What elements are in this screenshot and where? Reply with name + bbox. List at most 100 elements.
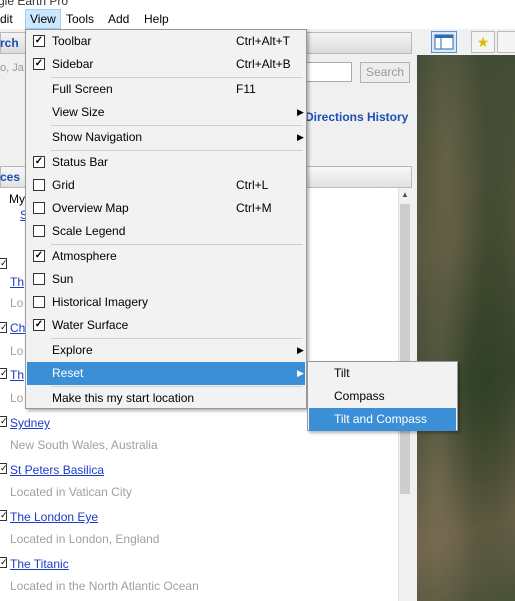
list-item-subtitle: Located in Vatican City <box>10 485 132 499</box>
place-checkbox[interactable]: ✓ <box>0 510 8 521</box>
menu-help[interactable]: Help <box>140 9 173 29</box>
list-item-subtitle: Located in London, England <box>10 532 160 546</box>
menu-item-scale-legend[interactable]: Scale Legend <box>27 220 305 243</box>
menu-item-view-size[interactable]: View Size ▶ <box>27 101 305 124</box>
add-polygon-icon[interactable] <box>497 31 515 53</box>
view-menu-dropdown: ✓ Toolbar Ctrl+Alt+T ✓ Sidebar Ctrl+Alt+… <box>25 29 307 409</box>
place-checkbox[interactable]: ✓ <box>0 368 8 379</box>
reset-submenu: Tilt Compass Tilt and Compass <box>307 361 458 431</box>
checkbox-icon <box>33 296 45 308</box>
submenu-arrow-icon: ▶ <box>297 345 304 355</box>
earth-map-view[interactable] <box>417 55 515 601</box>
list-item-subtitle: Lo <box>10 296 24 310</box>
list-item-subtitle: New South Wales, Australia <box>10 438 158 452</box>
menu-item-shortcut: Ctrl+Alt+T <box>236 34 291 48</box>
list-item-title[interactable]: Th <box>10 275 24 289</box>
menu-item-label: Make this my start location <box>52 391 195 405</box>
place-checkbox[interactable]: ✓ <box>0 258 8 269</box>
place-checkbox[interactable]: ✓ <box>0 416 8 427</box>
menu-item-atmosphere[interactable]: ✓ Atmosphere <box>27 245 305 268</box>
menu-bar: dit View Tools Add Help <box>0 9 515 29</box>
menu-item-label: Grid <box>52 178 75 192</box>
menu-item-historical-imagery[interactable]: Historical Imagery <box>27 291 305 314</box>
place-checkbox[interactable]: ✓ <box>0 557 8 568</box>
menu-item-overview-map[interactable]: Overview Map Ctrl+M <box>27 197 305 220</box>
list-item-subtitle: Lo <box>10 344 24 358</box>
menu-item-shortcut: Ctrl+Alt+B <box>236 57 291 71</box>
search-hint: o, Ja <box>0 62 24 74</box>
checkbox-icon <box>33 225 45 237</box>
menu-item-label: Compass <box>334 389 385 403</box>
menu-item-label: Full Screen <box>52 82 113 96</box>
menu-item-shortcut: Ctrl+L <box>236 178 269 192</box>
submenu-arrow-icon: ▶ <box>297 132 304 142</box>
menu-item-label: Sun <box>52 272 74 286</box>
search-button[interactable]: Search <box>360 62 410 83</box>
menu-item-sun[interactable]: Sun <box>27 268 305 291</box>
menu-item-label: Atmosphere <box>52 249 117 263</box>
scroll-up-arrow-icon[interactable]: ▲ <box>398 188 412 202</box>
menu-item-make-start-location[interactable]: Make this my start location <box>27 387 305 410</box>
menu-item-sidebar[interactable]: ✓ Sidebar Ctrl+Alt+B <box>27 53 305 76</box>
checkbox-icon <box>33 179 45 191</box>
check-icon: ✓ <box>33 156 45 168</box>
place-checkbox[interactable]: ✓ <box>0 463 8 474</box>
menu-view[interactable]: View <box>25 9 61 29</box>
menu-item-label: Sidebar <box>52 57 94 71</box>
menu-item-grid[interactable]: Grid Ctrl+L <box>27 174 305 197</box>
sidebar-toggle-icon[interactable] <box>431 31 457 53</box>
menu-item-label: Historical Imagery <box>52 295 149 309</box>
menu-item-label: Overview Map <box>52 201 129 215</box>
menu-item-show-navigation[interactable]: Show Navigation ▶ <box>27 126 305 149</box>
places-panel-title[interactable]: ces <box>0 166 20 188</box>
list-item-title[interactable]: The Titanic <box>10 557 69 571</box>
menu-item-water-surface[interactable]: ✓ Water Surface <box>27 314 305 337</box>
menu-add[interactable]: Add <box>104 9 133 29</box>
my-places-folder[interactable]: My <box>9 192 25 206</box>
history-link[interactable]: History <box>367 110 408 124</box>
menu-item-shortcut: Ctrl+M <box>236 201 272 215</box>
menu-item-label: Tilt and Compass <box>334 412 427 426</box>
submenu-item-compass[interactable]: Compass <box>309 385 456 408</box>
menu-item-label: Status Bar <box>52 155 109 169</box>
place-checkbox[interactable]: ✓ <box>0 322 8 333</box>
scrollbar-thumb[interactable] <box>400 204 410 494</box>
menu-item-explore[interactable]: Explore ▶ <box>27 339 305 362</box>
list-item-title[interactable]: Th <box>10 368 24 382</box>
list-item-subtitle: Located in the North Atlantic Ocean <box>10 579 199 593</box>
submenu-item-tilt-and-compass[interactable]: Tilt and Compass <box>309 408 456 431</box>
menu-item-reset[interactable]: Reset ▶ <box>27 362 305 385</box>
menu-item-label: Explore <box>52 343 93 357</box>
list-item-subtitle: Lo <box>10 391 24 405</box>
submenu-item-tilt[interactable]: Tilt <box>309 362 456 385</box>
menu-item-shortcut: F11 <box>236 82 256 96</box>
menu-item-label: Scale Legend <box>52 224 126 238</box>
search-input[interactable] <box>305 62 352 82</box>
menu-item-label: Tilt <box>334 366 350 380</box>
check-icon: ✓ <box>33 58 45 70</box>
menu-item-label: View Size <box>52 105 105 119</box>
list-item-title[interactable]: Ch <box>10 321 25 335</box>
menu-item-label: Show Navigation <box>52 130 143 144</box>
checkbox-icon <box>33 202 45 214</box>
check-icon: ✓ <box>33 250 45 262</box>
directions-link[interactable]: Directions <box>305 110 364 124</box>
menu-item-full-screen[interactable]: Full Screen F11 <box>27 78 305 101</box>
list-item-title[interactable]: Sydney <box>10 416 50 430</box>
menu-item-toolbar[interactable]: ✓ Toolbar Ctrl+Alt+T <box>27 30 305 53</box>
menu-edit[interactable]: dit <box>0 9 17 29</box>
window-title: gle Earth Pro <box>0 0 69 8</box>
list-item-title[interactable]: The London Eye <box>10 510 98 524</box>
add-placemark-icon[interactable]: ★ <box>471 31 495 53</box>
menu-item-label: Water Surface <box>52 318 129 332</box>
checkbox-icon <box>33 273 45 285</box>
submenu-arrow-icon: ▶ <box>297 107 304 117</box>
search-panel-title[interactable]: rch <box>0 32 20 54</box>
menu-item-status-bar[interactable]: ✓ Status Bar <box>27 151 305 174</box>
list-item-title[interactable]: St Peters Basilica <box>10 463 104 477</box>
menu-tools[interactable]: Tools <box>62 9 98 29</box>
check-icon: ✓ <box>33 319 45 331</box>
check-icon: ✓ <box>33 35 45 47</box>
menu-item-label: Reset <box>52 366 84 380</box>
menu-item-label: Toolbar <box>52 34 92 48</box>
